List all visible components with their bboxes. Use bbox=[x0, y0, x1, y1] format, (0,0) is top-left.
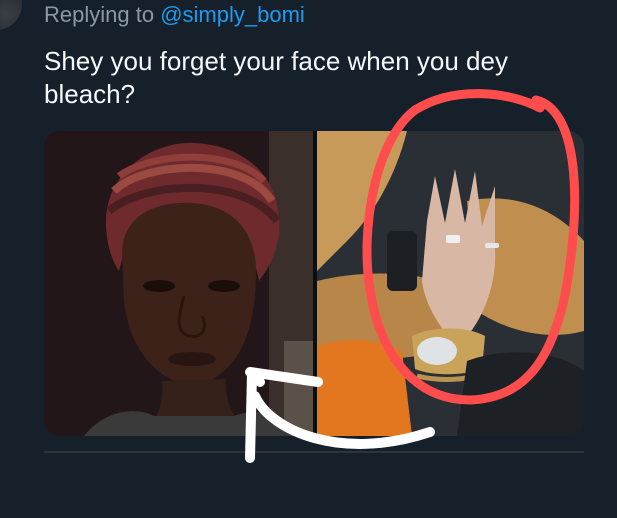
annotation-layer bbox=[245, 89, 580, 463]
red-circle-annotation bbox=[362, 89, 580, 405]
white-arrow-annotation bbox=[245, 367, 435, 463]
